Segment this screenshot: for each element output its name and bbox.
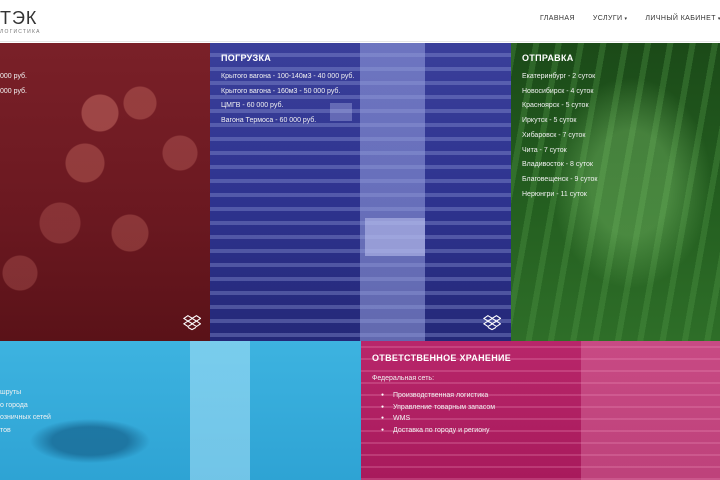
list-item: Производственная логистика [381,390,495,402]
list-item: Нерюнгри - 11 суток [522,190,587,198]
list-item: Крытого вагона - 160м3 - 50 000 руб. [221,87,341,95]
nav-item-label: УСЛУГИ [592,15,623,22]
tile-routes[interactable]: шруты о города озничных сетей тов [0,341,361,480]
dropbox-icon[interactable] [483,313,501,331]
list-item: Владивосток - 8 суток [522,161,593,169]
list-item: шруты [0,389,22,396]
list-item: Чита - 7 суток [522,146,567,154]
tile-pricing[interactable]: 000 руб. 000 руб. [0,43,210,341]
list-item: тов [0,426,11,434]
tile-list: Крытого вагона - 100-140м3 - 40 000 руб.… [221,70,354,129]
tile-title: ОТПРАВКА [522,53,574,63]
list-item: Управление товарным запасом [381,402,495,414]
tile-bullet-list: Производственная логистика Управление то… [381,390,495,436]
tile-loading[interactable]: ПОГРУЗКА Крытого вагона - 100-140м3 - 40… [210,43,511,341]
logo[interactable]: ТЭК логистика [0,9,41,35]
list-item: Новосибирск - 4 суток [522,87,594,95]
tile-subtitle: Федеральная сеть: [372,375,435,382]
list-item: WMS [381,413,495,425]
caret-down-icon: ▾ [624,15,628,22]
list-item: Екатеринбург - 2 суток [522,73,596,80]
list-item: Крытого вагона - 100-140м3 - 40 000 руб. [221,73,355,80]
list-item: Красноярск - 5 суток [522,102,589,110]
list-item: о города [0,401,28,409]
tile-list: шруты о города озничных сетей тов [0,387,51,437]
list-item: Иркутск - 5 суток [522,117,577,125]
main-nav: ГЛАВНАЯ УСЛУГИ ▾ ЛИЧНЫЙ КАБИНЕТ ▾ В [540,15,720,22]
list-item: Хибаровск - 7 суток [522,131,586,139]
tile-background-image [0,43,210,341]
nav-item-label: ЛИЧНЫЙ КАБИНЕТ [645,15,716,22]
tile-list: Екатеринбург - 2 суток Новосибирск - 4 с… [522,70,597,202]
list-item: Доставка по городу и региону [381,425,495,437]
tile-title: ОТВЕТСТВЕННОЕ ХРАНЕНИЕ [372,353,512,363]
nav-item-services[interactable]: УСЛУГИ ▾ [593,15,627,22]
nav-item-home[interactable]: ГЛАВНАЯ [540,15,575,22]
nav-item-label: ГЛАВНАЯ [540,15,575,22]
tile-dispatch[interactable]: ОТПРАВКА Екатеринбург - 2 суток Новосиби… [511,43,720,341]
list-item: 000 руб. [0,87,27,95]
list-item: 000 руб. [0,73,27,80]
tile-background-image [0,341,361,480]
cargo-box [365,218,425,256]
tile-list: 000 руб. 000 руб. [0,70,27,99]
nav-item-account[interactable]: ЛИЧНЫЙ КАБИНЕТ ▾ [645,15,720,22]
logo-text: ТЭК [0,8,38,28]
list-item: Благовещенск - 9 суток [522,175,598,183]
list-item: Вагона Термоса - 60 000 руб. [221,117,317,125]
tile-storage[interactable]: ОТВЕТСТВЕННОЕ ХРАНЕНИЕ Федеральная сеть:… [361,341,720,480]
list-item: озничных сетей [0,414,51,421]
site-header: ТЭК логистика ГЛАВНАЯ УСЛУГИ ▾ ЛИЧНЫЙ КА… [0,0,720,42]
list-item: ЦМГВ - 60 000 руб. [221,102,284,110]
logo-subtitle: логистика [0,29,41,35]
dropbox-icon[interactable] [183,313,201,331]
tile-title: ПОГРУЗКА [221,53,272,63]
